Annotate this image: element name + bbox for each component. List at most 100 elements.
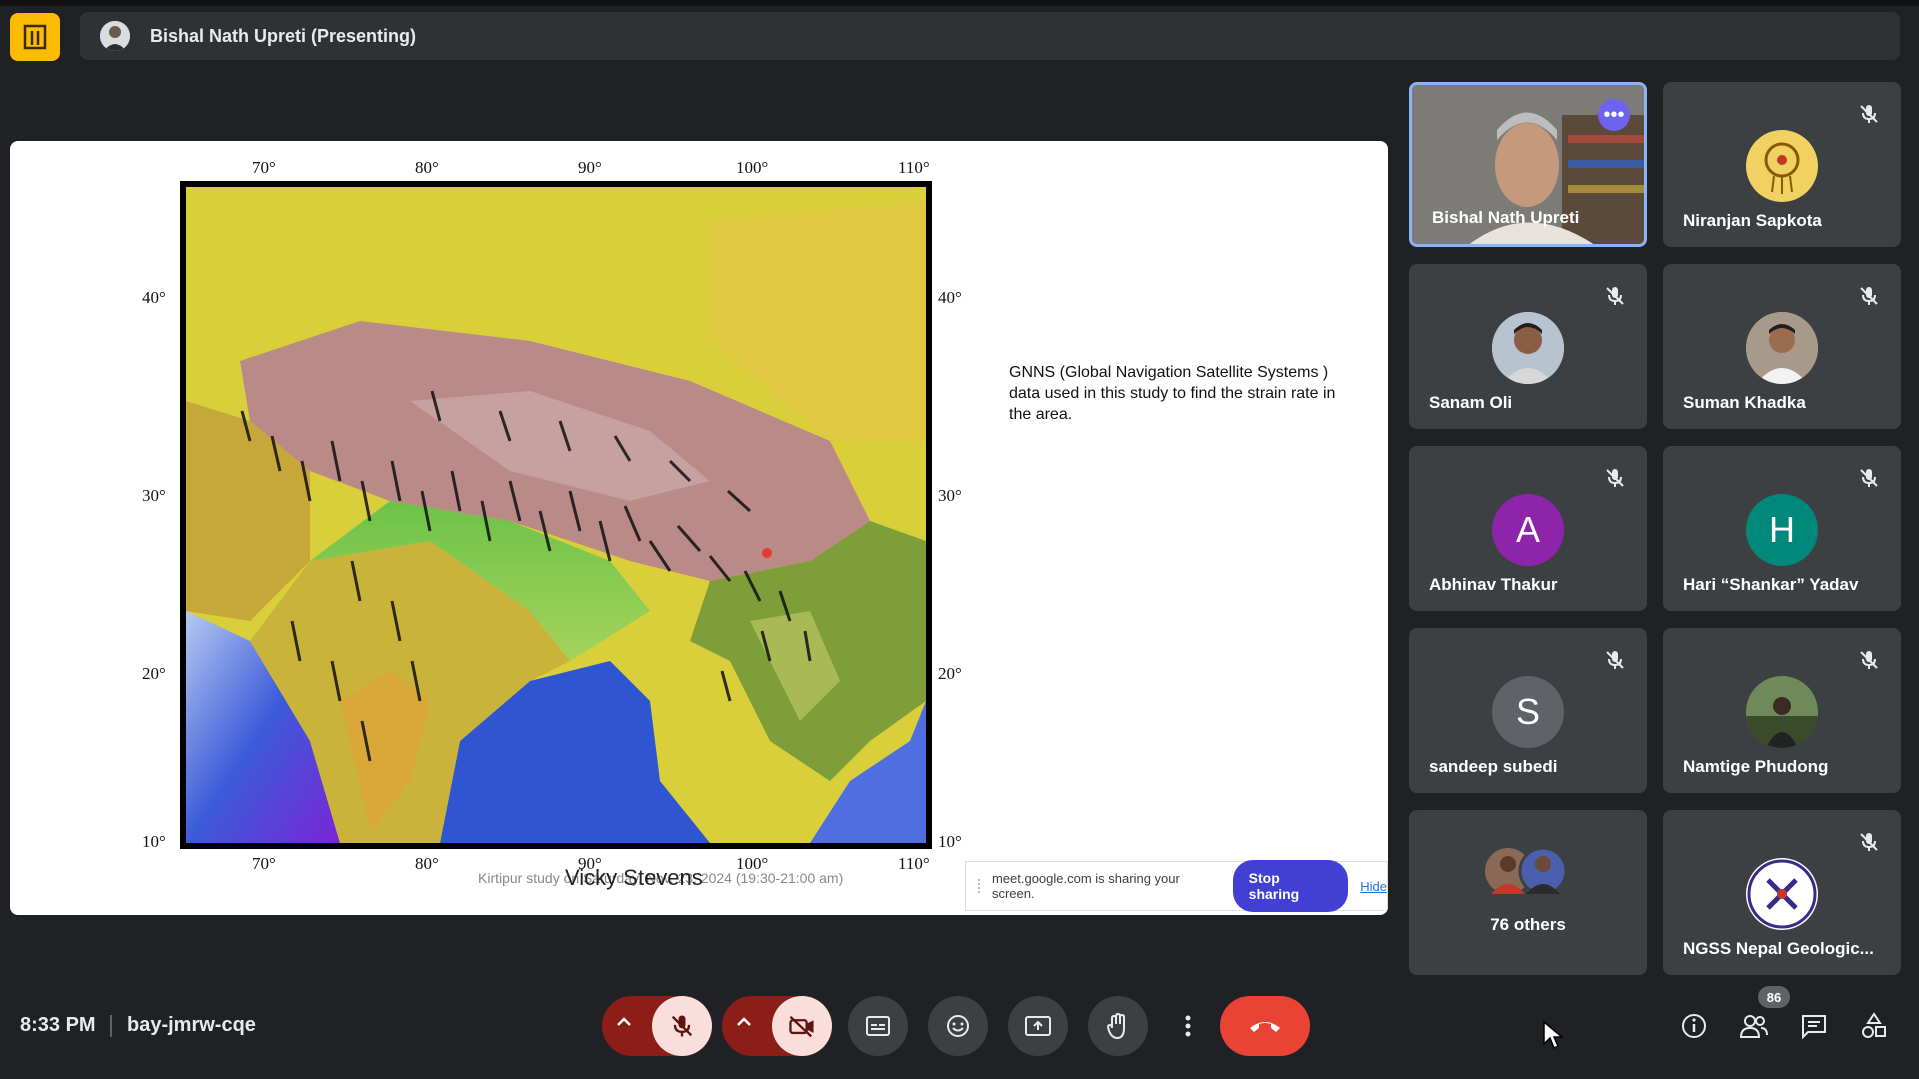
meet-app-icon[interactable] <box>10 13 60 61</box>
leave-call-button[interactable] <box>1220 996 1310 1056</box>
avatar-initial: H <box>1746 494 1818 566</box>
present-screen-button[interactable] <box>1008 996 1068 1056</box>
meeting-time: 8:33 PM <box>20 1014 96 1036</box>
more-options-button[interactable] <box>1168 996 1208 1056</box>
right-lat-label: 10° <box>938 832 962 851</box>
participant-name: NGSS Nepal Geologic... <box>1683 939 1874 958</box>
camera-off-icon <box>789 1015 814 1038</box>
hand-icon <box>1106 1012 1125 1040</box>
avatar-initial: A <box>1492 494 1564 566</box>
camera-toggle[interactable] <box>772 996 832 1056</box>
top-lon-label: 80° <box>415 158 439 177</box>
video-options-chevron-icon[interactable] <box>734 1012 754 1037</box>
top-strip <box>0 0 1919 6</box>
participant-tile[interactable]: NGSS Nepal Geologic... <box>1663 810 1901 975</box>
top-lon-label: 70° <box>252 158 276 177</box>
top-lon-label: 110° <box>898 158 930 177</box>
mic-off-icon <box>1860 833 1878 851</box>
bottom-lon-label: 80° <box>415 854 439 873</box>
more-vert-icon <box>1185 1015 1191 1037</box>
reactions-button[interactable] <box>928 996 988 1056</box>
presenter-bar[interactable]: Bishal Nath Upreti (Presenting) <box>80 12 1900 60</box>
participant-tile[interactable]: H Hari “Shankar” Yadav <box>1663 446 1901 611</box>
participant-name: Niranjan Sapkota <box>1683 211 1822 230</box>
participant-tile[interactable]: Niranjan Sapkota <box>1663 82 1901 247</box>
emoji-icon <box>947 1015 969 1037</box>
info-icon <box>1682 1014 1706 1038</box>
mic-off-icon <box>1860 105 1878 123</box>
audio-options-chevron-icon[interactable] <box>614 1012 634 1037</box>
meeting-details-button[interactable] <box>1678 1010 1710 1042</box>
right-lat-label: 40° <box>938 288 962 307</box>
stop-sharing-button[interactable]: Stop sharing <box>1232 860 1349 912</box>
participant-tile-presenter[interactable]: ••• Bishal Nath Upreti <box>1409 82 1647 247</box>
people-icon <box>1739 1015 1768 1038</box>
left-lat-label: 20° <box>142 664 166 683</box>
top-lon-label: 100° <box>736 158 768 177</box>
meeting-code: bay-jmrw-cqe <box>127 1014 256 1036</box>
chat-button[interactable] <box>1798 1010 1830 1042</box>
mic-off-icon <box>1860 287 1878 305</box>
screen-share-bar: meet.google.com is sharing your screen. … <box>965 860 1388 912</box>
mic-off-icon <box>1606 651 1624 669</box>
divider <box>110 1015 112 1037</box>
presenter-avatar <box>100 21 130 51</box>
participant-name: sandeep subedi <box>1429 757 1558 776</box>
avatar <box>1746 130 1818 202</box>
left-lat-label: 30° <box>142 486 166 505</box>
camera-control-group <box>722 996 832 1056</box>
participant-name: Suman Khadka <box>1683 393 1806 412</box>
others-avatars <box>1483 846 1573 896</box>
more-options-icon[interactable]: ••• <box>1598 99 1630 131</box>
gnss-velocity-map: 70° 80° 90° 100° 110° 70° 80° 90° 100° 1… <box>142 158 962 873</box>
people-button[interactable] <box>1738 1010 1770 1042</box>
bottom-lon-label: 110° <box>898 854 930 873</box>
mic-control-group <box>602 996 712 1056</box>
mic-off-icon <box>1860 469 1878 487</box>
right-lat-label: 30° <box>938 486 962 505</box>
raise-hand-button[interactable] <box>1088 996 1148 1056</box>
captions-icon <box>866 1016 890 1036</box>
share-message: meet.google.com is sharing your screen. <box>991 871 1180 901</box>
microphone-toggle[interactable] <box>652 996 712 1056</box>
caption-overlay: Vicky Stevens <box>565 865 703 890</box>
others-count-label: 76 others <box>1490 915 1566 934</box>
participant-tile[interactable]: A Abhinav Thakur <box>1409 446 1647 611</box>
participant-tile[interactable]: Sanam Oli <box>1409 264 1647 429</box>
left-lat-label: 40° <box>142 288 166 307</box>
participant-name: Abhinav Thakur <box>1429 575 1558 594</box>
activities-button[interactable] <box>1858 1010 1890 1042</box>
right-lat-label: 20° <box>938 664 962 683</box>
top-lon-label: 90° <box>578 158 602 177</box>
presenter-label: Bishal Nath Upreti (Presenting) <box>150 25 417 46</box>
shared-screen: 70° 80° 90° 100° 110° 70° 80° 90° 100° 1… <box>10 141 1388 915</box>
mic-off-icon <box>1606 469 1624 487</box>
avatar <box>1492 312 1564 384</box>
participant-tile[interactable]: Namtige Phudong <box>1663 628 1901 793</box>
drag-handle-icon[interactable] <box>978 879 982 893</box>
end-call-icon <box>1250 1022 1280 1032</box>
mouse-cursor-icon <box>1543 1020 1564 1050</box>
participant-name: Sanam Oli <box>1429 393 1513 412</box>
people-count-badge: 86 <box>1758 986 1790 1008</box>
slide-body-text: GNNS (Global Navigation Satellite System… <box>1009 364 1336 423</box>
captions-button[interactable] <box>848 996 908 1056</box>
avatar <box>1746 312 1818 384</box>
participant-tile[interactable]: Suman Khadka <box>1663 264 1901 429</box>
avatar-initial: S <box>1492 676 1564 748</box>
mic-off-icon <box>1606 287 1624 305</box>
left-lat-label: 10° <box>142 832 166 851</box>
bottom-lon-label: 70° <box>252 854 276 873</box>
ngss-logo <box>1746 858 1818 930</box>
hide-link[interactable]: Hide <box>1360 879 1387 894</box>
participant-tile[interactable]: S sandeep subedi <box>1409 628 1647 793</box>
participant-name: Bishal Nath Upreti <box>1432 208 1580 227</box>
mic-off-icon <box>671 1015 693 1037</box>
activities-icon <box>1862 1012 1886 1038</box>
mic-off-icon <box>1860 651 1878 669</box>
avatar <box>1746 676 1818 748</box>
participant-name: Namtige Phudong <box>1683 757 1829 776</box>
chat-icon <box>1802 1015 1826 1039</box>
participant-name: Hari “Shankar” Yadav <box>1683 575 1859 594</box>
others-tile[interactable]: 76 others <box>1409 810 1647 975</box>
